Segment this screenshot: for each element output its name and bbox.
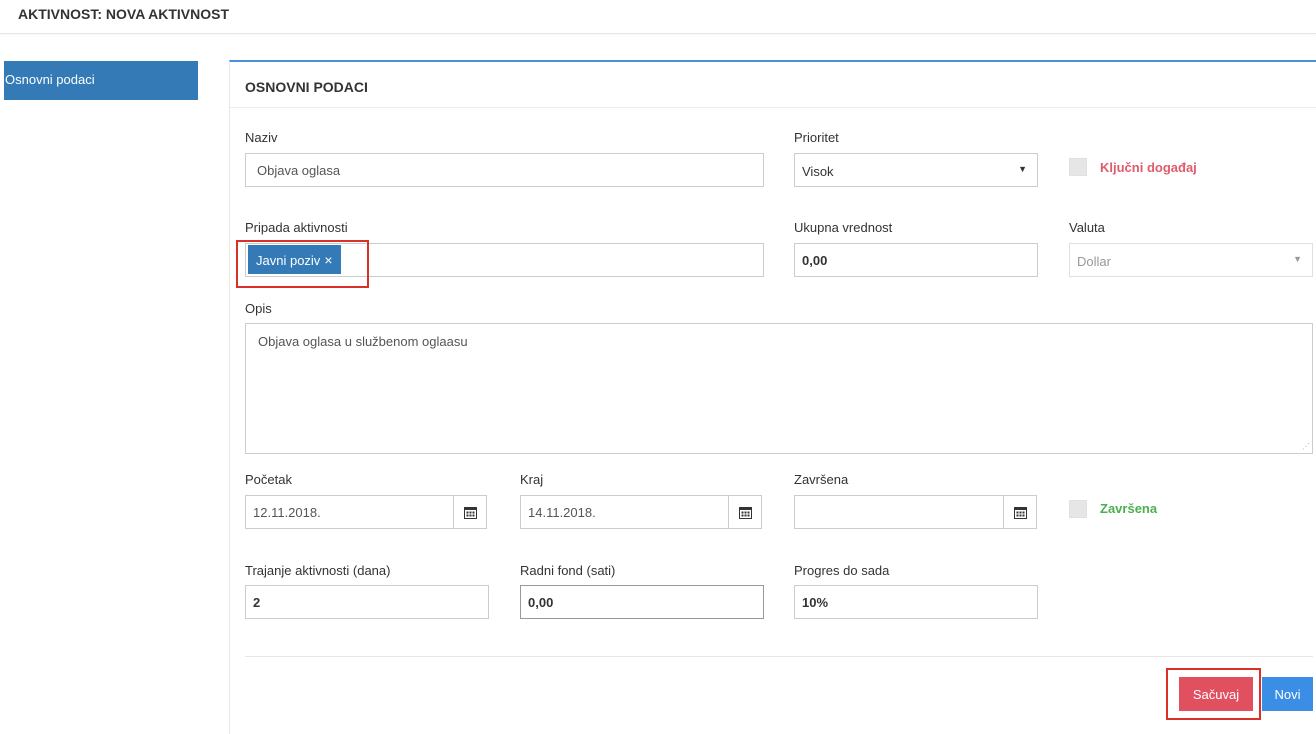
top-bar: AKTIVNOST: NOVA AKTIVNOST: [0, 0, 1316, 34]
zavrsena-checkbox-label: Završena: [1100, 501, 1158, 516]
kljucni-dogadjaj-label: Ključni događaj: [1100, 160, 1197, 175]
new-button[interactable]: Novi: [1262, 677, 1313, 711]
opis-textarea[interactable]: Objava oglasa u službenom oglaasu ⋰: [245, 323, 1313, 454]
zavrsena-date-label: Završena: [794, 472, 849, 487]
trajanje-input[interactable]: 2: [245, 585, 489, 619]
zavrsena-date-input[interactable]: [794, 495, 1004, 529]
kraj-input[interactable]: 14.11.2018.: [520, 495, 729, 529]
radni-fond-input[interactable]: 0,00: [520, 585, 764, 619]
panel-heading: OSNOVNI PODACI: [230, 62, 1316, 108]
zavrsena-calendar-button[interactable]: [1003, 495, 1037, 529]
pocetak-label: Početak: [245, 472, 292, 487]
naziv-label: Naziv: [245, 130, 278, 145]
valuta-select: Dollar ▼: [1069, 243, 1313, 277]
kraj-calendar-button[interactable]: [728, 495, 762, 529]
pripada-aktivnosti-label: Pripada aktivnosti: [245, 220, 348, 235]
pocetak-input[interactable]: 12.11.2018.: [245, 495, 454, 529]
page-title: AKTIVNOST: NOVA AKTIVNOST: [18, 6, 230, 22]
caret-down-icon: ▼: [1293, 254, 1302, 264]
opis-value: Objava oglasa u službenom oglaasu: [258, 334, 468, 349]
ukupna-vrednost-input[interactable]: 0,00: [794, 243, 1038, 277]
radni-fond-label: Radni fond (sati): [520, 563, 616, 578]
trajanje-label: Trajanje aktivnosti (dana): [245, 563, 391, 578]
caret-down-icon: ▼: [1018, 164, 1027, 174]
prioritet-value: Visok: [802, 164, 834, 179]
kraj-label: Kraj: [520, 472, 544, 487]
calendar-icon: [738, 506, 752, 519]
resize-grip-icon[interactable]: ⋰: [1302, 442, 1310, 451]
valuta-value: Dollar: [1077, 254, 1111, 269]
panel-title: OSNOVNI PODACI: [245, 79, 368, 95]
naziv-input[interactable]: Objava oglasa: [245, 153, 764, 187]
ukupna-vrednost-label: Ukupna vrednost: [794, 220, 893, 235]
prioritet-select[interactable]: Visok ▼: [794, 153, 1038, 187]
prioritet-label: Prioritet: [794, 130, 839, 145]
form-divider: [245, 656, 1313, 657]
highlight-box-tag: [236, 240, 369, 288]
progres-input[interactable]: 10%: [794, 585, 1038, 619]
opis-label: Opis: [245, 301, 272, 316]
valuta-label: Valuta: [1069, 220, 1105, 235]
kljucni-dogadjaj-checkbox[interactable]: [1069, 158, 1087, 176]
progres-label: Progres do sada: [794, 563, 890, 578]
calendar-icon: [1013, 506, 1027, 519]
calendar-icon: [463, 506, 477, 519]
sidebar-item-osnovni-podaci[interactable]: Osnovni podaci: [4, 61, 198, 100]
zavrsena-checkbox[interactable]: [1069, 500, 1087, 518]
highlight-box-save: [1166, 668, 1261, 720]
pocetak-calendar-button[interactable]: [453, 495, 487, 529]
